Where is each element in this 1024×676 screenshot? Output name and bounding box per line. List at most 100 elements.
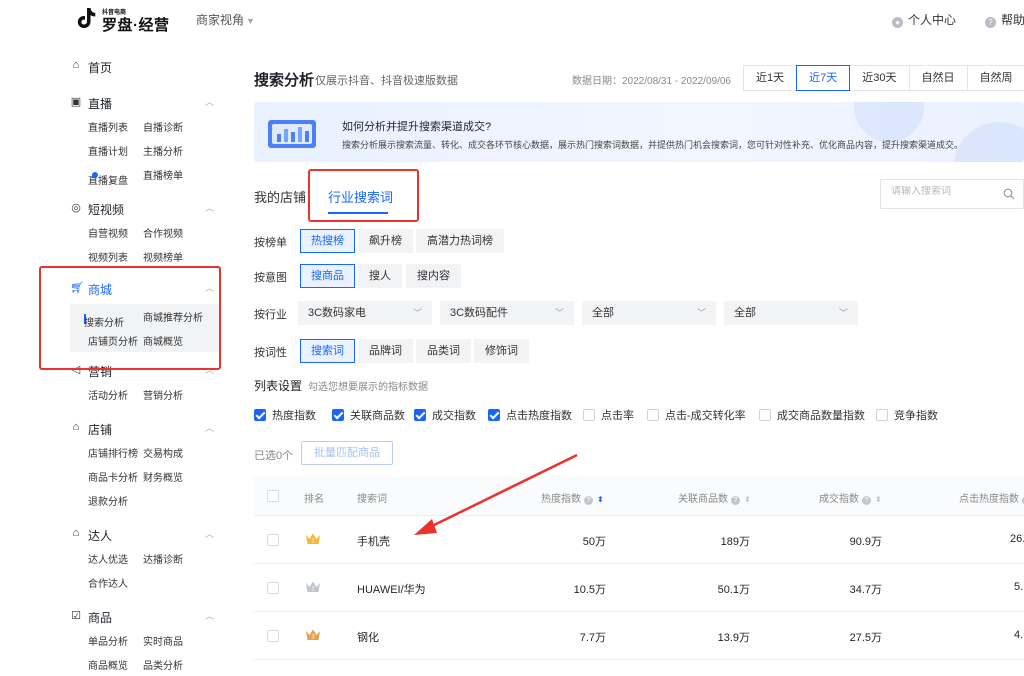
chip-search-people[interactable]: 搜人 <box>358 264 402 288</box>
sidebar-item-talent-diagnosis[interactable]: 达播诊断 <box>143 551 183 566</box>
sidebar-item-mall-recommend[interactable]: 商城推荐分析 <box>143 309 203 324</box>
cell-heat: 7.7万 <box>544 629 606 645</box>
sidebar-group-title: 商品 <box>88 609 112 626</box>
chip-search-product[interactable]: 搜商品 <box>300 264 355 288</box>
table-row[interactable]: 3 钢化 7.7万 13.9万 27.5万 4. <box>254 612 1024 660</box>
th-deal[interactable]: 成交指数?⬍ <box>819 490 882 505</box>
merchant-view-dropdown[interactable]: 商家视角▼ <box>196 11 255 28</box>
chip-brand-word[interactable]: 品牌词 <box>358 339 413 363</box>
filter-wordtype-label: 按词性 <box>254 344 287 360</box>
sidebar-item-video-list[interactable]: 视频列表 <box>88 249 128 264</box>
search-input[interactable] <box>891 186 1001 197</box>
range-tab-30d[interactable]: 近30天 <box>849 65 909 91</box>
table-row[interactable]: 1 手机壳 50万 189万 90.9万 26. <box>254 516 1024 564</box>
help-link[interactable]: ?帮助 <box>985 11 1024 28</box>
checkbox-checked-icon <box>414 409 426 421</box>
metric-competition-checkbox[interactable]: 竞争指数 <box>876 407 938 423</box>
sidebar-group-marketing-header[interactable]: ◁ 营销 ︿ <box>70 362 220 382</box>
chevron-up-icon: ︿ <box>205 609 214 622</box>
metric-ctr-checkbox[interactable]: 点击率 <box>583 407 634 423</box>
industry-select-3[interactable]: 全部﹀ <box>582 301 716 325</box>
sidebar-item-talent-select[interactable]: 达人优选 <box>88 551 128 566</box>
chevron-down-icon: ﹀ <box>839 301 848 325</box>
sidebar-item-single-product[interactable]: 单品分析 <box>88 633 128 648</box>
sidebar-item-product-card[interactable]: 商品卡分析 <box>88 469 138 484</box>
sidebar-item-shop-page[interactable]: 店铺页分析 <box>88 333 138 348</box>
chip-high-potential[interactable]: 高潜力热词榜 <box>416 229 504 253</box>
sidebar-item-mall-overview[interactable]: 商城概览 <box>143 333 183 348</box>
sidebar-group-live-header[interactable]: ▣ 直播 ︿ <box>70 94 220 114</box>
sidebar-item-live-plan[interactable]: 直播计划 <box>88 143 128 158</box>
cart-icon: 🛒︎ <box>70 281 82 294</box>
search-icon[interactable] <box>1003 188 1015 200</box>
chip-category-word[interactable]: 品类词 <box>416 339 471 363</box>
th-heat[interactable]: 热度指数?⬍ <box>541 490 604 505</box>
sidebar-item-marketing-analysis[interactable]: 营销分析 <box>143 387 183 402</box>
filter-rank: 按榜单 热搜榜 飙升榜 高潜力热词榜 <box>254 229 1024 255</box>
industry-select-4[interactable]: 全部﹀ <box>724 301 858 325</box>
tab-my-shop[interactable]: 我的店铺 <box>254 187 306 206</box>
metric-conversion-checkbox[interactable]: 点击-成交转化率 <box>647 407 746 423</box>
sidebar-group-video-header[interactable]: ◎ 短视频 ︿ <box>70 200 220 220</box>
sidebar-group-product-header[interactable]: ☑ 商品 ︿ <box>70 608 220 628</box>
sidebar-group-shop: ⌂ 店铺 ︿ 店铺排行榜交易构成 商品卡分析财务概览 退款分析 <box>70 420 220 512</box>
sidebar-item-live-ranking[interactable]: 直播榜单 <box>143 167 183 182</box>
sidebar-item-coop-video[interactable]: 合作视频 <box>143 225 183 240</box>
metric-click-heat-checkbox[interactable]: 点击热度指数 <box>488 407 572 423</box>
row-checkbox[interactable] <box>267 630 279 642</box>
sidebar-item-product-overview[interactable]: 商品概览 <box>88 657 128 672</box>
chevron-down-icon: ﹀ <box>555 301 564 325</box>
metric-deal-quantity-checkbox[interactable]: 成交商品数量指数 <box>759 407 865 423</box>
sidebar-item-shop-ranking[interactable]: 店铺排行榜 <box>88 445 138 460</box>
metric-heat-checkbox[interactable]: 热度指数 <box>254 407 316 423</box>
tab-industry-keywords[interactable]: 行业搜索词 <box>328 187 393 206</box>
select-all-checkbox[interactable] <box>267 490 279 502</box>
row-checkbox[interactable] <box>267 582 279 594</box>
chip-rising[interactable]: 飙升榜 <box>358 229 413 253</box>
batch-match-button[interactable]: 批量匹配商品 <box>301 441 393 465</box>
sidebar-group-shop-header[interactable]: ⌂ 店铺 ︿ <box>70 420 220 440</box>
sidebar-item-category-analysis[interactable]: 品类分析 <box>143 657 183 672</box>
industry-select-2[interactable]: 3C数码配件﹀ <box>440 301 574 325</box>
sidebar-item-own-video[interactable]: 自营视频 <box>88 225 128 240</box>
sidebar-item-finance-overview[interactable]: 财务概览 <box>143 469 183 484</box>
sidebar-group-talent-header[interactable]: ⌂ 达人 ︿ <box>70 526 220 546</box>
sidebar-item-activity-analysis[interactable]: 活动分析 <box>88 387 128 402</box>
chip-modifier-word[interactable]: 修饰词 <box>474 339 529 363</box>
th-click-heat[interactable]: 点击热度指数? <box>959 490 1024 505</box>
sidebar-item-trade-structure[interactable]: 交易构成 <box>143 445 183 460</box>
th-products[interactable]: 关联商品数?⬍ <box>678 490 751 505</box>
sidebar-group-title: 直播 <box>88 95 112 112</box>
range-tab-7d[interactable]: 近7天 <box>796 65 850 91</box>
home-icon: ⌂ <box>70 59 82 71</box>
filter-wordtype: 按词性 搜索词 品牌词 品类词 修饰词 <box>254 339 1024 365</box>
cell-keyword: 钢化 <box>357 629 379 645</box>
metric-products-checkbox[interactable]: 关联商品数 <box>332 407 405 423</box>
chip-search-word[interactable]: 搜索词 <box>300 339 355 363</box>
chip-hot-search[interactable]: 热搜榜 <box>300 229 355 253</box>
table-header: 排名 搜索词 热度指数?⬍ 关联商品数?⬍ 成交指数?⬍ 点击热度指数? <box>254 476 1024 516</box>
chip-search-content[interactable]: 搜内容 <box>406 264 461 288</box>
sidebar-item-anchor-analysis[interactable]: 主播分析 <box>143 143 183 158</box>
table-row[interactable]: 2 HUAWEI/华为 10.5万 50.1万 34.7万 5. <box>254 564 1024 612</box>
range-tab-natural-week[interactable]: 自然周 <box>967 65 1024 91</box>
row-checkbox[interactable] <box>267 534 279 546</box>
sidebar-item-live-list[interactable]: 直播列表 <box>88 119 128 134</box>
filter-intent-label: 按意图 <box>254 269 287 285</box>
banner-decoration <box>954 122 1024 162</box>
sidebar-item-coop-talent[interactable]: 合作达人 <box>88 575 128 590</box>
sidebar-item-realtime-product[interactable]: 实时商品 <box>143 633 183 648</box>
industry-select-1[interactable]: 3C数码家电﹀ <box>298 301 432 325</box>
logo[interactable]: 抖音电商 罗盘·经营 <box>76 6 166 32</box>
metric-deal-checkbox[interactable]: 成交指数 <box>414 407 476 423</box>
range-tab-natural-day[interactable]: 自然日 <box>909 65 968 91</box>
personal-center-link[interactable]: ●个人中心 <box>892 11 956 28</box>
sidebar-item-home[interactable]: ⌂ 首页 <box>70 58 220 78</box>
sidebar-group-mall-header[interactable]: 🛒︎ 商城 ︿ <box>70 280 220 300</box>
sidebar-item-refund-analysis[interactable]: 退款分析 <box>88 493 128 508</box>
sidebar-item-video-ranking[interactable]: 视频榜单 <box>143 249 183 264</box>
range-tab-1d[interactable]: 近1天 <box>743 65 797 91</box>
help-banner[interactable]: 如何分析并提升搜索渠道成交? 搜索分析展示搜索流量、转化、成交各环节核心数据，展… <box>254 102 1024 162</box>
sidebar-item-self-diagnosis[interactable]: 自播诊断 <box>143 119 183 134</box>
checkbox-empty-icon <box>583 409 595 421</box>
